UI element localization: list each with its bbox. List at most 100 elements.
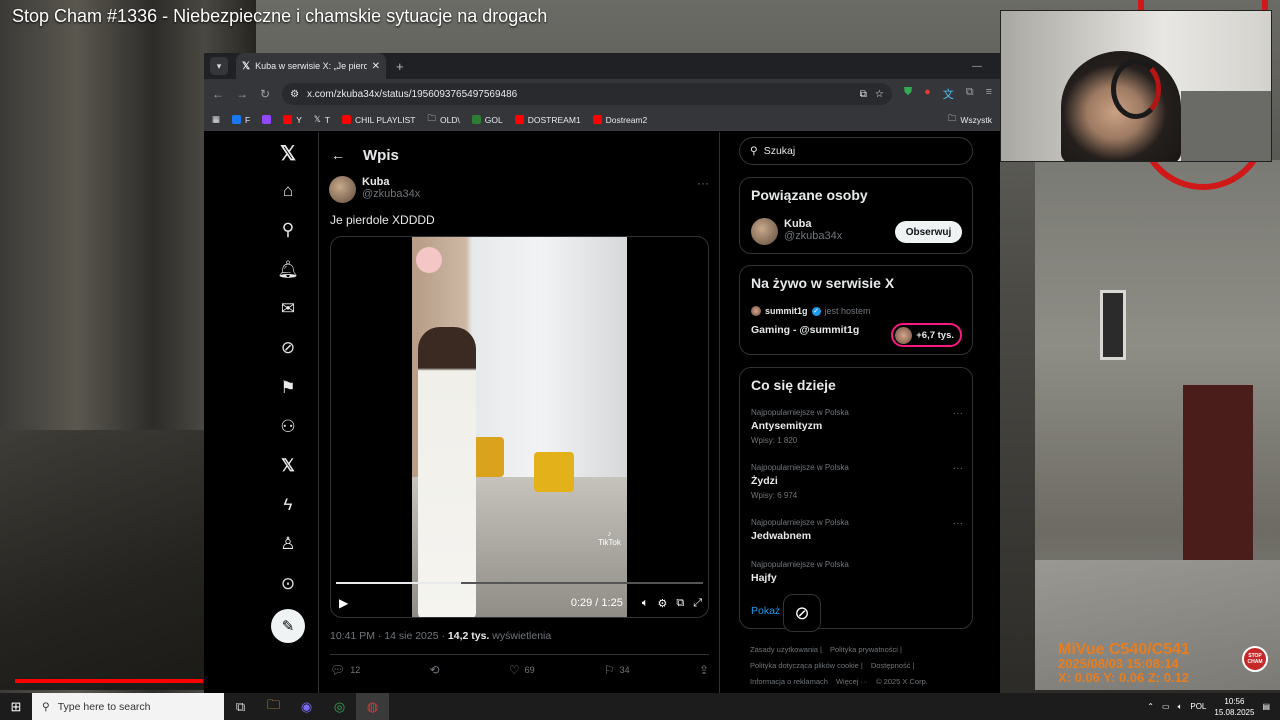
card-title: Na żywo w serwisie X [751, 275, 895, 291]
footer-link[interactable]: Polityka dotycząca plików cookie | [750, 661, 863, 670]
copyright: © 2025 X Corp. [876, 677, 928, 686]
footer-link[interactable]: Zasady użytkowania | [750, 645, 822, 654]
live-host[interactable]: summit1g ✓ jest hostem [751, 306, 871, 316]
tab-close-icon[interactable]: ✕ [372, 61, 380, 72]
shield-extension-icon[interactable]: ⛊ [904, 86, 912, 102]
messages-envelope-icon[interactable]: ✉ [268, 296, 308, 322]
post-timestamp[interactable]: 10:41 PM · 14 sie 2025 · [330, 630, 448, 642]
minimize-icon[interactable]: — [972, 61, 982, 72]
site-info-icon[interactable]: ⚙ [290, 89, 299, 100]
obs-app-icon[interactable]: ◉ [290, 693, 323, 720]
trend-item[interactable]: Najpopularniejsze w Polska Hajfy [751, 560, 963, 584]
windows-start-icon[interactable]: ⊞ [0, 693, 32, 720]
new-tab-icon[interactable]: + [396, 59, 404, 74]
back-arrow-icon[interactable]: ← [331, 147, 345, 163]
volume-icon[interactable]: 🔈︎ [642, 597, 649, 610]
trend-more-icon[interactable]: ··· [953, 463, 963, 474]
live-viewer-count[interactable]: +6,7 tys. [891, 323, 962, 347]
bookmark-dostream2[interactable]: Dostream2 [592, 115, 647, 125]
notifications-icon[interactable]: ▤ [1262, 702, 1270, 711]
address-bar[interactable]: ⚙ x.com/zkuba34x/status/1956093765497569… [282, 83, 892, 105]
repost-button[interactable]: ⟲ [430, 663, 440, 677]
bookmark-all-folder[interactable]: 🗀 Wszystk [948, 113, 992, 127]
puzzle-extensions-icon[interactable]: ⧉ [966, 86, 974, 102]
taskbar-search-input[interactable]: ⚲ Type here to search [32, 693, 224, 720]
notifications-bell-icon[interactable]: 🔔︎ [268, 257, 308, 283]
search-icon: ⚲ [750, 145, 758, 157]
reply-button[interactable]: 💬︎ 12 [330, 663, 360, 677]
premium-x-icon[interactable]: 𝕏 [268, 453, 308, 479]
search-icon[interactable]: ⚲ [268, 217, 308, 243]
bookmark-x[interactable]: 𝕏T [314, 114, 330, 125]
tray-chevron-icon[interactable]: ⌃ [1147, 702, 1154, 711]
trend-item[interactable]: Najpopularniejsze w Polska Jedwabnem ··· [751, 518, 963, 542]
volume-icon[interactable]: 🔈︎ [1178, 702, 1183, 712]
reload-icon[interactable]: ↻ [260, 87, 270, 101]
communities-icon[interactable]: ⚇ [268, 414, 308, 440]
video-seekbar[interactable] [336, 582, 703, 584]
settings-gear-icon[interactable]: ⚙ [657, 597, 667, 610]
follow-button[interactable]: Obserwuj [895, 221, 962, 243]
x-logo-icon[interactable]: 𝕏 [268, 140, 308, 166]
profile-icon[interactable]: ♙ [268, 531, 308, 557]
trend-item[interactable]: Najpopularniejsze w Polska Antysemityzm … [751, 408, 963, 445]
author-handle[interactable]: @zkuba34x [362, 188, 420, 200]
translate-extension-icon[interactable]: 文 [943, 86, 954, 102]
bookmark-youtube[interactable]: Y [283, 115, 302, 125]
home-icon[interactable]: ⌂ [268, 178, 308, 204]
bookmark-dostream1[interactable]: DOSTREAM1 [514, 115, 581, 125]
footer-link[interactable]: Polityka prywatności | [830, 645, 902, 654]
avatar[interactable] [329, 176, 356, 203]
tab-x-post[interactable]: 𝕏 Kuba w serwisie X: „Je pierdole ✕ [236, 53, 386, 79]
bookmark-button[interactable]: ⚐ 34 [604, 663, 630, 677]
task-view-icon[interactable]: ⧉ [224, 693, 257, 720]
footer-link[interactable]: Dostępność | [871, 661, 915, 670]
pip-icon[interactable]: ⧉ [676, 597, 684, 610]
bookmarks-icon[interactable]: ⚑ [268, 375, 308, 401]
clock[interactable]: 10:56 15.08.2025 [1214, 696, 1254, 718]
back-arrow-icon[interactable]: ← [212, 87, 224, 101]
search-input[interactable]: ⚲ Szukaj [739, 137, 973, 165]
tab-search-icon[interactable]: ▾ [210, 57, 228, 75]
file-explorer-icon[interactable]: 🗀 [257, 693, 290, 720]
compose-post-button[interactable]: ✎ [271, 609, 305, 643]
video-player[interactable]: ♪ TikTok ▶ 0:29 / 1:25 🔈︎ ⚙ ⧉ ⤢ [330, 236, 709, 618]
trend-more-icon[interactable]: ··· [953, 518, 963, 529]
share-button[interactable]: ⇪ [699, 663, 709, 677]
network-icon[interactable]: ▭ [1162, 702, 1170, 711]
like-button[interactable]: ♡ 69 [509, 663, 535, 677]
video-progress-bar[interactable] [15, 679, 203, 683]
chrome-icon[interactable]: ◎ [323, 693, 356, 720]
record-extension-icon[interactable]: ● [924, 86, 931, 102]
avatar[interactable] [751, 218, 778, 245]
related-person[interactable]: Kuba @zkuba34x [751, 218, 842, 245]
recording-app-icon[interactable]: ◍ [356, 693, 389, 720]
grok-icon[interactable]: ⊘ [268, 335, 308, 361]
trend-more-icon[interactable]: ··· [953, 408, 963, 419]
bookmark-chil-playlist[interactable]: CHIL PLAYLIST [341, 115, 415, 125]
fullscreen-icon[interactable]: ⤢ [693, 597, 702, 610]
post-author[interactable]: Kuba @zkuba34x [329, 176, 420, 203]
bookmark-folder-old[interactable]: 🗀 OLD\ [427, 113, 459, 127]
apps-grid-icon[interactable]: ▦ [212, 114, 220, 125]
footer-link[interactable]: Informacja o reklamach [750, 677, 828, 686]
more-circle-icon[interactable]: ⊙ [268, 571, 308, 597]
verified-orgs-lightning-icon[interactable]: ϟ [268, 492, 308, 518]
language-indicator[interactable]: POL [1190, 702, 1206, 711]
live-stream-title[interactable]: Gaming - @summit1g [751, 324, 859, 336]
trend-item[interactable]: Najpopularniejsze w Polska Żydzi Wpisy: … [751, 463, 963, 500]
install-app-icon[interactable]: ⧉ [860, 89, 867, 100]
grok-floating-icon[interactable]: ⊘ [783, 594, 821, 632]
menu-icon[interactable]: ≡ [986, 86, 992, 102]
forward-arrow-icon[interactable]: → [236, 87, 248, 101]
author-name[interactable]: Kuba [362, 176, 420, 188]
play-icon[interactable]: ▶ [339, 596, 348, 610]
bookmark-star-icon[interactable]: ☆ [875, 89, 884, 100]
bookmark-gol[interactable]: GOL [471, 115, 503, 125]
post-column: ← Wpis Kuba @zkuba34x ··· Je pierdole XD… [318, 132, 720, 693]
tiktok-label: TikTok [598, 538, 621, 547]
footer-link[interactable]: Więcej ··· [836, 677, 868, 686]
bookmark-facebook[interactable]: F [232, 115, 250, 125]
post-more-icon[interactable]: ··· [697, 176, 709, 190]
bookmark-twitch[interactable] [262, 115, 272, 124]
